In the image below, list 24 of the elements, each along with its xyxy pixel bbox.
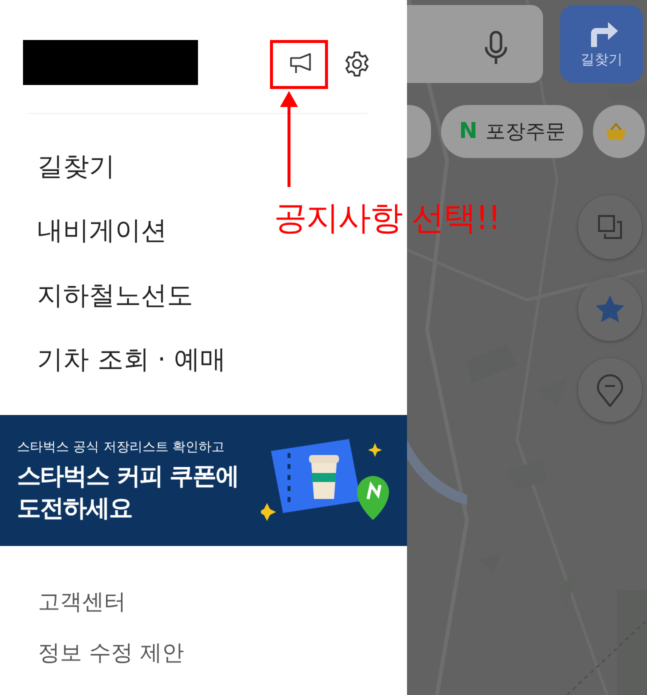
promo-banner[interactable]: 스타벅스 공식 저장리스트 확인하고 스타벅스 커피 쿠폰에 도전하세요: [0, 415, 407, 546]
settings-icon[interactable]: [343, 50, 371, 78]
menu-item[interactable]: 지하철노선도: [37, 263, 193, 328]
menu-item[interactable]: 길찾기: [37, 134, 115, 198]
takeout-chip[interactable]: N 포장주문: [441, 105, 584, 158]
banner-title: 스타벅스 커피 쿠폰에 도전하세요: [17, 460, 239, 524]
menu-item[interactable]: 기차 조회 · 예매: [37, 328, 226, 392]
footer-link[interactable]: 고객센터: [38, 576, 126, 627]
favorites-button[interactable]: [578, 277, 642, 341]
search-bar[interactable]: [407, 5, 543, 83]
directions-button[interactable]: 길찾기: [560, 5, 643, 83]
location-pin-button[interactable]: [578, 358, 642, 422]
layers-icon: [597, 214, 623, 240]
pin-minus-icon: [596, 373, 624, 407]
megaphone-icon[interactable]: [289, 52, 313, 76]
microphone-icon[interactable]: [485, 31, 507, 65]
banner-subtitle: 스타벅스 공식 저장리스트 확인하고: [17, 438, 226, 456]
footer-link[interactable]: 정보 수정 제안: [38, 627, 184, 678]
highlight-frame: [270, 40, 328, 89]
annotation-text: 공지사항 선택!!: [274, 197, 500, 239]
basket-icon: [605, 122, 628, 140]
layers-button[interactable]: [578, 195, 642, 259]
star-icon: [594, 294, 626, 324]
menu-item[interactable]: 내비게이션: [37, 198, 167, 263]
